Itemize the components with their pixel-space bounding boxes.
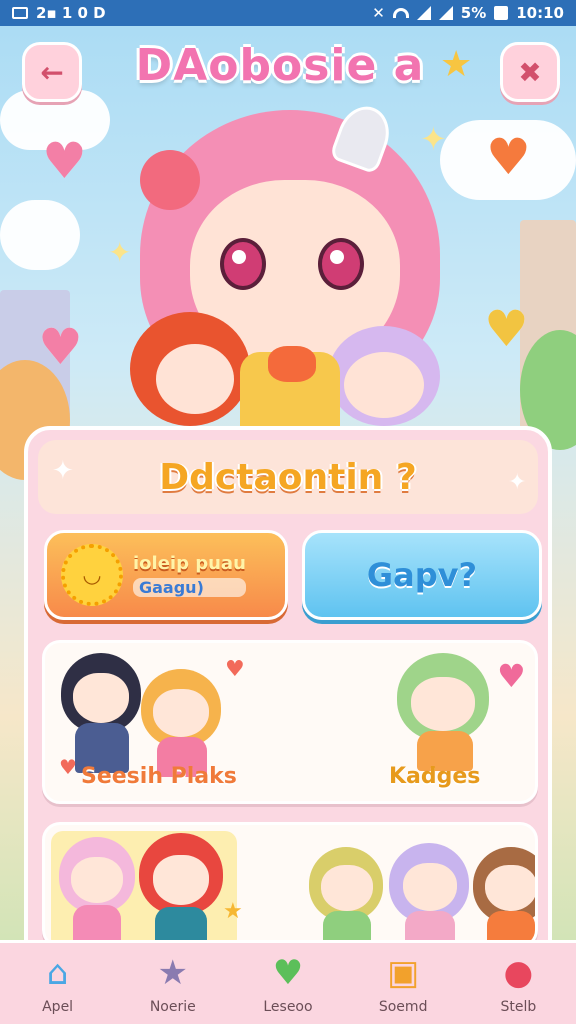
nav-label: Soemd <box>378 998 428 1015</box>
question-banner: ✦ Ddctaontin ? ✦ <box>38 440 538 514</box>
nav-label: Noerie <box>149 998 196 1015</box>
heart-icon: ♥ <box>486 128 531 186</box>
sparkle-icon: ✦ <box>52 456 74 486</box>
heart-icon: ♥ <box>497 657 526 695</box>
red-hair-character-face <box>156 344 234 414</box>
chibi-face <box>71 857 123 903</box>
status-time: 10:10 <box>516 4 564 22</box>
menu-button[interactable]: ✖ <box>500 42 560 102</box>
nav-item-leseoo[interactable]: ♥ Leseoo <box>238 953 338 1015</box>
candy-icon: ● <box>503 952 534 993</box>
signal-icon <box>416 6 431 20</box>
heart-icon: ♥ <box>484 300 529 358</box>
chibi-body <box>73 905 121 945</box>
house-icon: ⌂ <box>46 952 69 993</box>
signal-icon-2 <box>438 6 453 20</box>
chibi-face <box>73 673 129 723</box>
battery-icon <box>494 6 509 20</box>
heart-icon: ♥ <box>38 318 83 376</box>
star-icon: ★ <box>157 952 189 993</box>
chibi-face <box>153 855 209 905</box>
question-title: Ddctaontin ? <box>159 456 417 498</box>
battery-percent: 5% <box>460 4 487 22</box>
card-left-label: Seesih Plaks <box>81 764 237 789</box>
menu-icon: ✖ <box>518 55 542 89</box>
back-arrow-icon: ← <box>40 55 64 89</box>
bottom-navigation: ⌂ Apel ★ Noerie ♥ Leseoo ▣ Soemd ● Stelb <box>0 940 576 1024</box>
character-card[interactable]: ★ <box>42 822 538 948</box>
tv-icon: ▣ <box>387 952 420 993</box>
notification-icon <box>12 7 28 19</box>
back-button[interactable]: ← <box>22 42 82 102</box>
nav-item-apel[interactable]: ⌂ Apel <box>8 953 108 1015</box>
cloud <box>0 200 80 270</box>
main-panel: ✦ Ddctaontin ? ✦ ◡ ioleip puau Gaagu) Ga… <box>24 426 552 966</box>
hair-bow <box>140 150 200 210</box>
sparkle-icon: ✦ <box>108 236 132 269</box>
chibi-face <box>485 865 535 911</box>
star-icon: ★ <box>223 899 243 924</box>
chibi-face <box>153 689 209 737</box>
lilac-hair-character-face <box>344 352 424 418</box>
nav-label: Apel <box>42 998 74 1015</box>
main-character-eye <box>318 238 364 290</box>
ribbon-bow <box>268 346 316 382</box>
sparkle-icon: ✦ <box>508 470 527 495</box>
status-bar: 2▪ 1 0 D ✕ 5% 10:10 <box>0 0 576 26</box>
daily-quest-subtitle: Gaagu) <box>133 578 246 597</box>
heart-icon: ♥ <box>42 132 87 190</box>
chibi-face <box>403 863 457 911</box>
daily-quest-button[interactable]: ◡ ioleip puau Gaagu) <box>44 530 288 620</box>
star-icon: ★ <box>440 44 473 85</box>
nav-item-noerie[interactable]: ★ Noerie <box>123 953 223 1015</box>
nav-label: Leseoo <box>263 998 313 1015</box>
chibi-face <box>411 677 475 731</box>
chibi-face <box>321 865 373 911</box>
daily-quest-text: ioleip puau Gaagu) <box>133 553 246 597</box>
sun-icon: ◡ <box>61 544 123 606</box>
nav-item-stelb[interactable]: ● Stelb <box>468 953 568 1015</box>
card-right-label: Kadges <box>389 764 481 789</box>
status-right: ✕ 5% 10:10 <box>372 4 564 22</box>
main-character-eye <box>220 238 266 290</box>
status-left: 2▪ 1 0 D <box>12 4 106 22</box>
play-button-label: Gapv? <box>366 556 478 594</box>
heart-icon: ♥ <box>272 952 304 993</box>
heart-icon: ♥ <box>225 657 245 682</box>
character-card[interactable]: ♥ ♥ Seesih Plaks ♥ Kadges <box>42 640 538 804</box>
wifi-icon <box>392 8 409 18</box>
nav-item-soemd[interactable]: ▣ Soemd <box>353 953 453 1015</box>
mute-icon: ✕ <box>372 4 385 22</box>
status-left-text: 2▪ 1 0 D <box>36 4 106 22</box>
nav-label: Stelb <box>500 998 537 1015</box>
daily-quest-title: ioleip puau <box>133 553 246 574</box>
heart-icon: ♥ <box>59 755 77 779</box>
sparkle-icon: ✦ <box>420 120 447 158</box>
play-button[interactable]: Gapv? <box>302 530 542 620</box>
app-title: DAobosie a <box>135 40 425 91</box>
